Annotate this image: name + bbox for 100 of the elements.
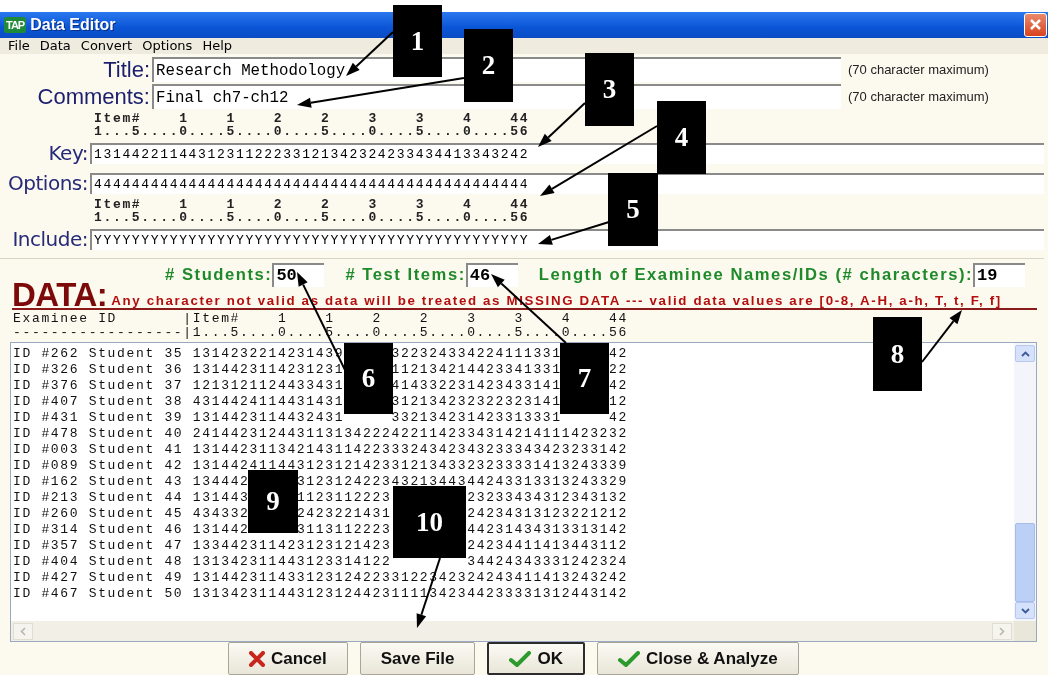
- examinee-id: ID #357 Student 47: [13, 538, 184, 553]
- hint-text: (70 character maximum): [848, 89, 989, 104]
- dialog-button[interactable]: OK: [487, 642, 585, 675]
- response-digits: 4314424114431431: [192, 394, 345, 409]
- hint-text: (70 character maximum): [848, 62, 989, 77]
- response-digits: 3113112223: [296, 522, 392, 537]
- count-field[interactable]: 50: [272, 263, 325, 287]
- field-label: Options:: [7, 171, 89, 195]
- response-digits: 24234411413443112: [467, 538, 628, 553]
- dialog-button[interactable]: Cancel: [228, 642, 348, 675]
- examinee-id: ID #260 Student 45: [13, 506, 184, 521]
- response-digits: 34424343331242324: [467, 554, 628, 569]
- examinee-id: ID #407 Student 38: [13, 394, 184, 409]
- examinee-id: ID #089 Student 42: [13, 458, 184, 473]
- examinee-id: ID #213 Student 44: [13, 490, 184, 505]
- field-label: Key:: [47, 141, 89, 165]
- response-digits: 434332: [192, 506, 250, 521]
- callout-number: 2: [464, 29, 513, 102]
- scrollbar-corner: [1014, 621, 1036, 641]
- examinee-id: ID #427 Student 49: [13, 570, 184, 585]
- menu-item[interactable]: Data: [35, 38, 77, 54]
- response-digits: 1314423114231231: [192, 362, 345, 377]
- field-label: Include:: [11, 227, 89, 251]
- count-label: # Test Items:: [345, 265, 466, 285]
- chevron-icon: [999, 626, 1005, 636]
- cross-icon: [249, 650, 265, 667]
- dialog-button[interactable]: Close & Analyze: [596, 642, 799, 675]
- response-digits: 312134232322323141: [391, 394, 562, 409]
- item-ruler: Item# 1 1 2 2 3 3 4 44: [94, 112, 530, 125]
- response-digits: 22: [609, 362, 629, 377]
- response-digits: 44231434313313142: [467, 522, 629, 537]
- response-digits: 2423221431: [296, 506, 392, 521]
- check-icon: [509, 650, 532, 667]
- callout-number: 3: [585, 53, 634, 126]
- field-label: Title:: [102, 56, 151, 83]
- examinee-id: ID #326 Student 36: [13, 362, 184, 377]
- callout-arrow: [921, 310, 962, 363]
- answer-field[interactable]: 4444444444444444444444444444444444444444444444: [90, 172, 1044, 194]
- menu-item[interactable]: File: [4, 38, 36, 54]
- field-label: Comments:: [36, 83, 151, 110]
- response-digits: 414332231423433141: [391, 378, 562, 393]
- count-field[interactable]: 46: [465, 263, 518, 287]
- response-digits: 31231242234321344344243313313243329: [296, 474, 629, 489]
- chevron-icon: [20, 626, 26, 636]
- response-digits: 322324334224111331: [391, 346, 562, 361]
- section-heading: DATA:: [12, 282, 108, 308]
- response-digits: 131442: [192, 522, 250, 537]
- callout-number: 6: [344, 343, 393, 414]
- response-digits: 112134214423341331: [391, 362, 562, 377]
- chevron-icon: [1020, 607, 1030, 614]
- examinee-id: ID #478 Student 40: [13, 426, 184, 441]
- menu-item[interactable]: Options: [138, 38, 199, 54]
- close-button[interactable]: [1024, 12, 1047, 37]
- callout-number: 5: [608, 173, 658, 246]
- item-ruler: 1...5....0....5....0....5....0....5....0....56: [94, 125, 530, 138]
- response-digits: 1213121124433431: [192, 378, 345, 393]
- callout-number: 10: [393, 486, 466, 558]
- examinee-id: ID #376 Student 37: [13, 378, 184, 393]
- close-icon: [1029, 18, 1042, 32]
- check-icon: [617, 650, 640, 667]
- response-digits: 1123112223: [296, 490, 392, 505]
- menu-item[interactable]: Help: [198, 38, 239, 54]
- item-ruler: 1...5....0....5....0....5....0....5....0....56: [94, 211, 530, 224]
- horizontal-scrollbar[interactable]: [11, 621, 1014, 641]
- response-digits: 12: [609, 394, 629, 409]
- chevron-icon: [1020, 350, 1030, 357]
- callout-number: 1: [393, 5, 442, 77]
- response-digits: 42: [609, 378, 629, 393]
- examinee-id: ID #262 Student 35: [13, 346, 184, 361]
- response-digits: 131443: [192, 490, 250, 505]
- count-label: # Students:: [165, 265, 273, 285]
- item-ruler: Item# 1 1 2 2 3 3 4 44: [94, 198, 530, 211]
- response-digits: 24234313123221212: [467, 506, 629, 521]
- response-digits: 1314423114432431: [192, 410, 345, 425]
- examinee-id: ID #003 Student 41: [13, 442, 184, 457]
- response-digits: 2414423124431131342224221142334314214111423232: [192, 426, 628, 441]
- response-digits: 133442311423123121423: [192, 538, 392, 553]
- window-title: Data Editor: [30, 15, 117, 34]
- examinee-id: ID #467 Student 50: [13, 586, 184, 601]
- menu-item[interactable]: Convert: [76, 38, 139, 54]
- callout-number: 8: [873, 317, 922, 391]
- response-digits: 131342311443123314122: [192, 554, 392, 569]
- response-digits: 42: [609, 410, 629, 425]
- data-list[interactable]: [10, 342, 1037, 642]
- app-logo: TAP: [4, 16, 27, 33]
- examinee-id: ID #314 Student 46: [13, 522, 184, 537]
- count-field[interactable]: 19: [973, 263, 1026, 287]
- callout-number: 4: [657, 101, 706, 174]
- answer-field[interactable]: YYYYYYYYYYYYYYYYYYYYYYYYYYYYYYYYYYYYYYYYYYYYYY: [90, 228, 1044, 250]
- response-digits: 1314423113421431142233324342343233343423233142: [192, 442, 628, 457]
- dialog-button[interactable]: Save File: [359, 642, 476, 675]
- count-label: Length of Examinee Names/IDs (# characters):: [538, 265, 974, 285]
- examinee-id: ID #404 Student 48: [13, 554, 184, 569]
- examinee-id: ID #431 Student 39: [13, 410, 184, 425]
- response-digits: 332134231423313331: [391, 410, 562, 425]
- response-digits: 134442: [192, 474, 250, 489]
- vertical-scrollbar[interactable]: [1014, 343, 1036, 621]
- callout-number: 9: [248, 470, 298, 533]
- column-header: Examinee ID |Item# 1 1 2 2 3 3 4 44: [13, 312, 629, 326]
- examinee-id: ID #162 Student 43: [13, 474, 184, 489]
